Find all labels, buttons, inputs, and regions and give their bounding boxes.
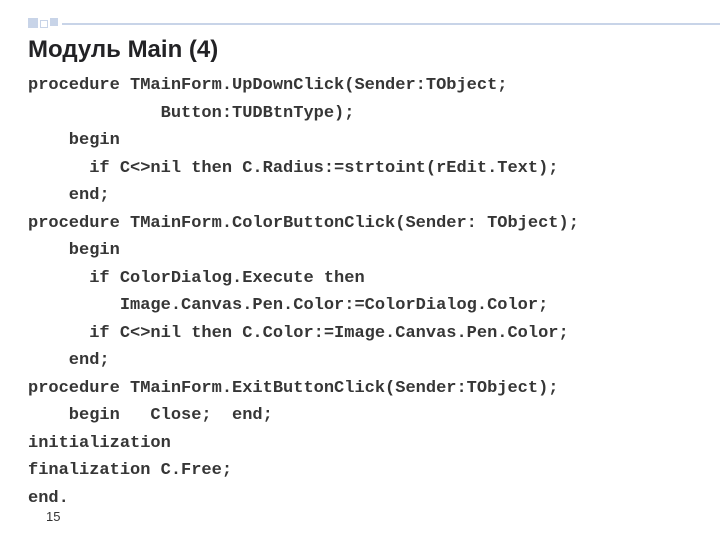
code-block: procedure TMainForm.UpDownClick(Sender:T… [28,72,696,513]
slide-title: Модуль Main (4) [28,36,696,64]
slide-decoration [28,18,72,30]
slide-content: Модуль Main (4) procedure TMainForm.UpDo… [28,30,696,513]
page-number: 15 [46,509,60,524]
